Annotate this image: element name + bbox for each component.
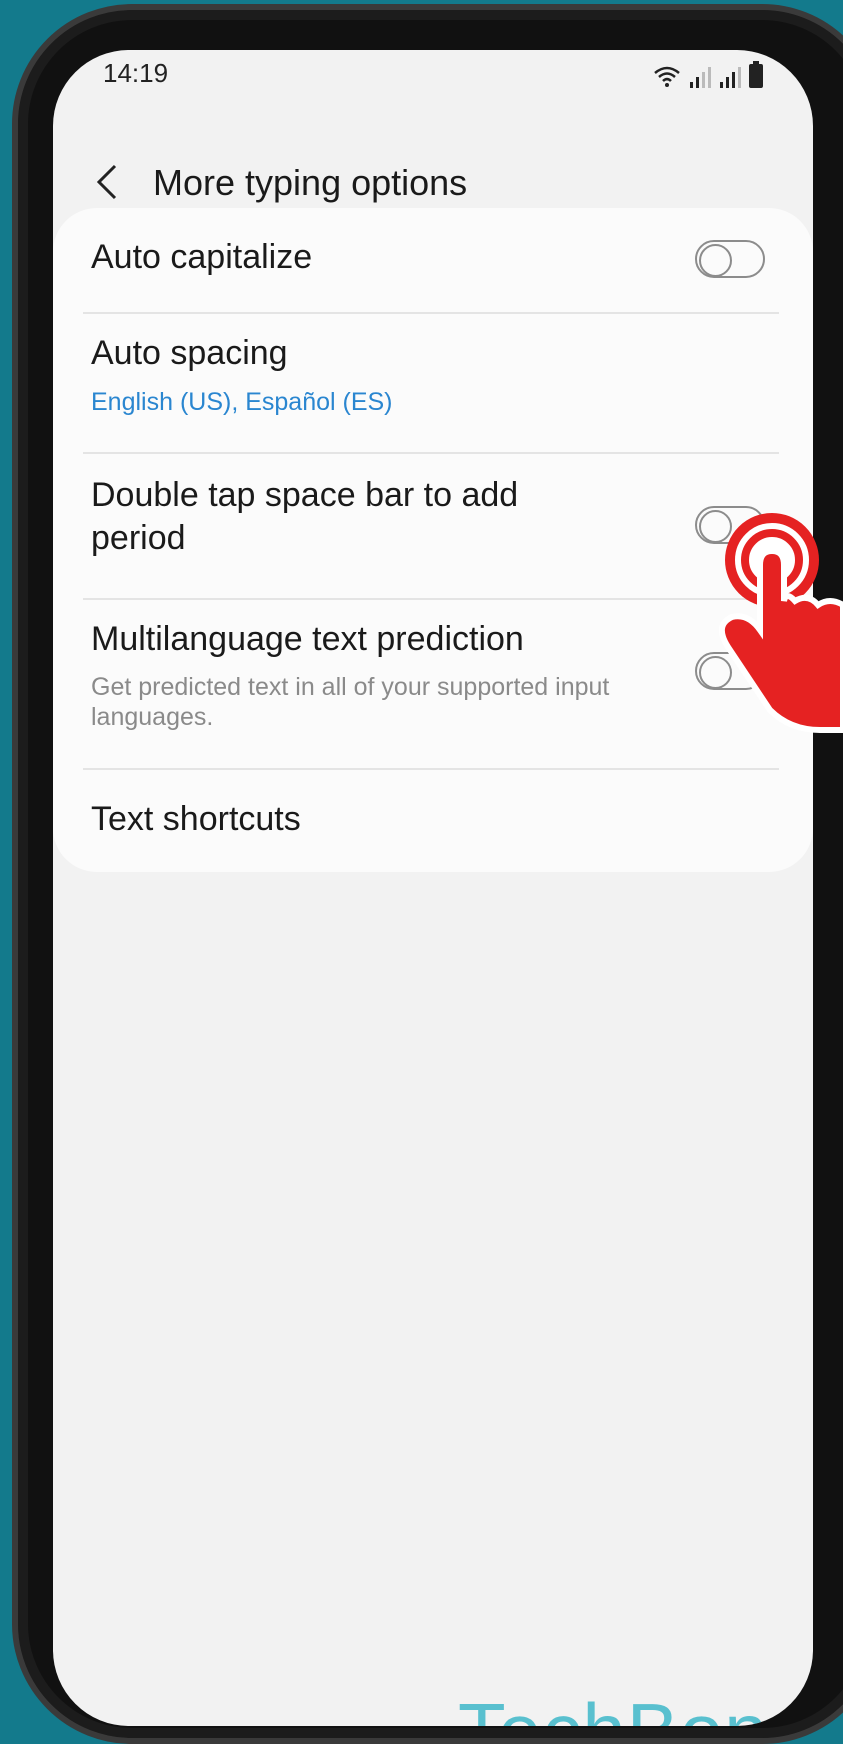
setting-subtitle-line2: languages. <box>91 703 214 731</box>
auto-capitalize-toggle[interactable] <box>695 240 765 278</box>
setting-title-line2: period <box>91 519 186 557</box>
settings-card: Auto capitalize Auto spacing English (US… <box>53 208 813 872</box>
phone-screen: 14:19 More typing options Auto capitaliz… <box>53 50 813 1726</box>
back-button[interactable] <box>85 160 129 204</box>
setting-auto-capitalize[interactable]: Auto capitalize <box>53 208 813 312</box>
status-icons <box>653 58 763 88</box>
signal-icon <box>720 67 741 88</box>
status-bar: 14:19 <box>53 50 813 134</box>
chevron-left-icon <box>96 164 117 200</box>
setting-subtitle-line1: Get predicted text in all of your suppor… <box>91 673 610 701</box>
tap-hand-icon <box>719 513 843 733</box>
setting-title-line1: Double tap space bar to add <box>91 476 519 514</box>
watermark: TechBone <box>458 1686 813 1726</box>
setting-double-tap-period[interactable]: Double tap space bar to add period <box>53 454 813 598</box>
setting-auto-spacing[interactable]: Auto spacing English (US), Español (ES) <box>53 314 813 452</box>
setting-subtitle: English (US), Español (ES) <box>91 388 393 416</box>
setting-title: Auto spacing <box>91 334 288 372</box>
signal-icon <box>690 67 711 88</box>
status-time: 14:19 <box>103 58 169 88</box>
page-title: More typing options <box>153 162 468 203</box>
setting-title: Multilanguage text prediction <box>91 620 524 658</box>
setting-title: Auto capitalize <box>91 238 313 276</box>
setting-text-shortcuts[interactable]: Text shortcuts <box>53 770 813 872</box>
setting-multilanguage-prediction[interactable]: Multilanguage text prediction Get predic… <box>53 600 813 768</box>
setting-title: Text shortcuts <box>91 800 301 838</box>
battery-icon <box>749 61 763 88</box>
wifi-icon <box>654 66 680 87</box>
